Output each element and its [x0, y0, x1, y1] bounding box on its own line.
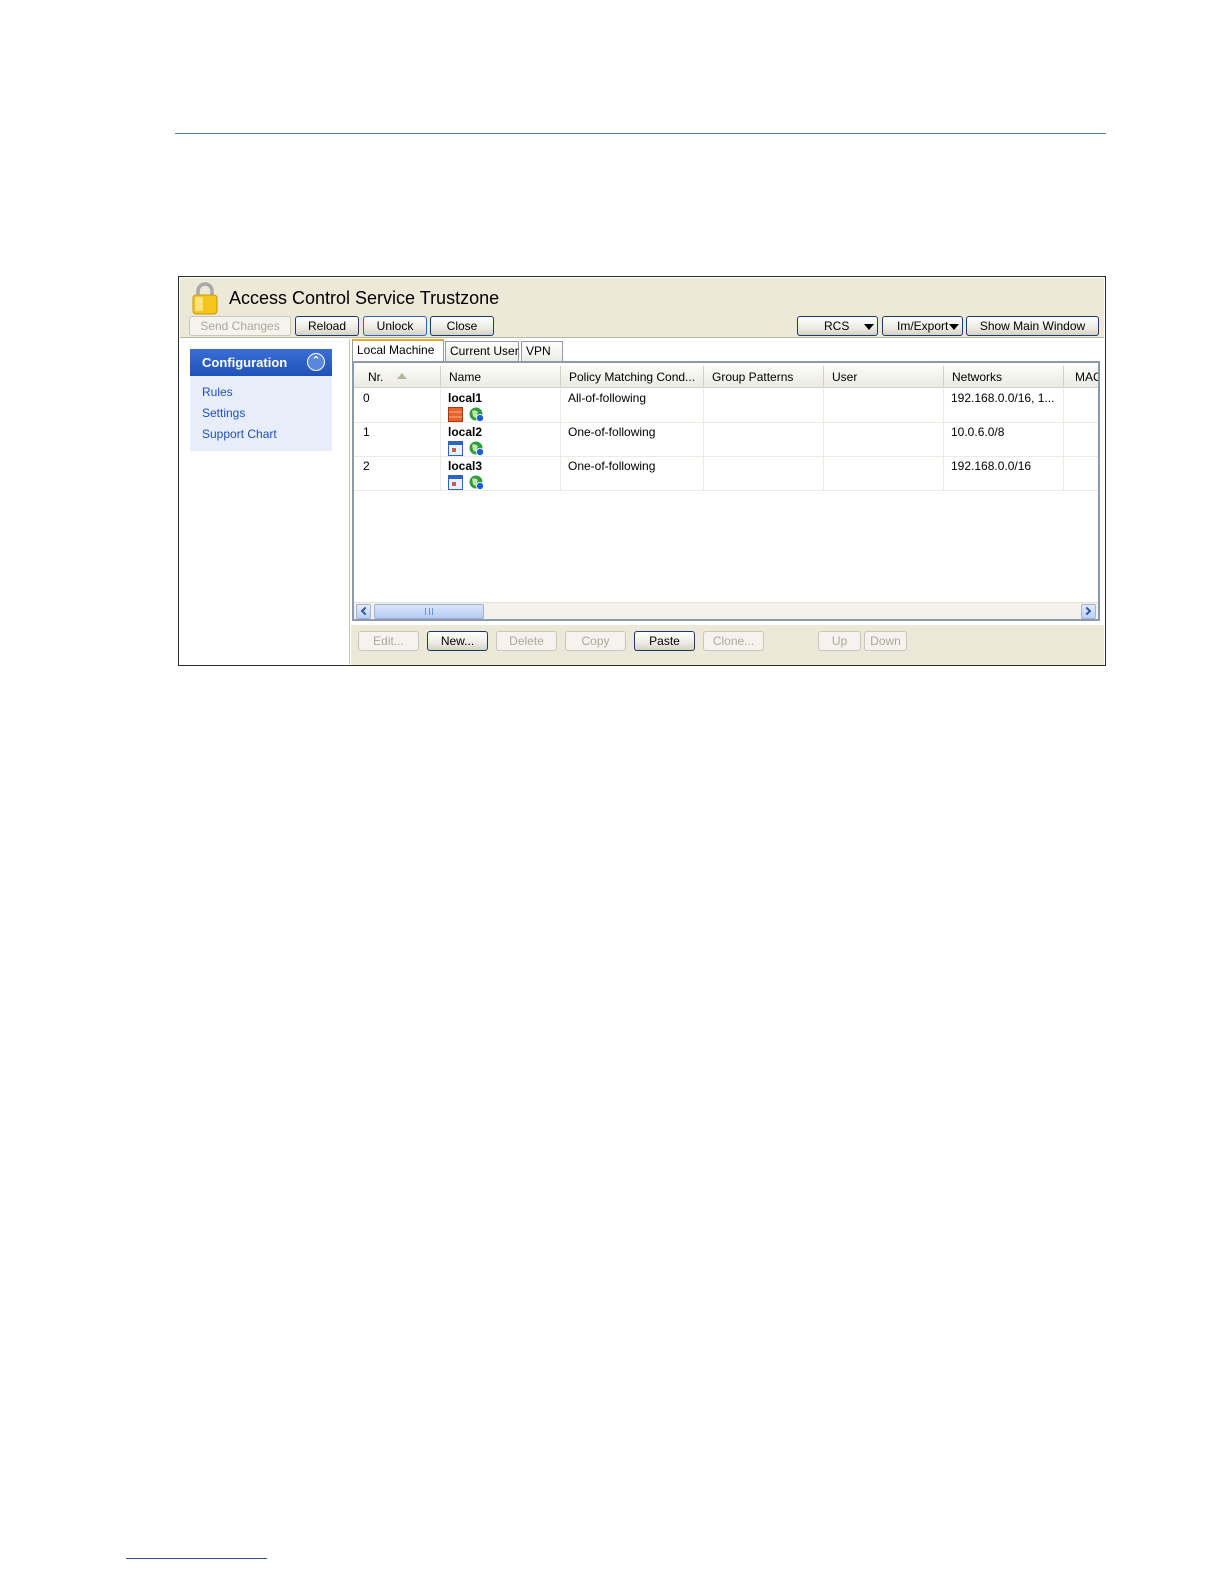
unlock-button[interactable]: Unlock [363, 316, 427, 336]
page-header-rule [175, 133, 1106, 134]
rules-table: Nr. Name Policy Matching Cond... Group P… [352, 361, 1100, 621]
tab-bar: Local Machine Current User VPN [351, 339, 1104, 361]
sort-ascending-icon [396, 373, 407, 379]
footnote-rule [126, 1558, 267, 1559]
network-globe-icon [469, 475, 485, 490]
paste-button[interactable]: Paste [634, 631, 695, 651]
configuration-panel: Configuration ⌃ Rules Settings Support C… [190, 349, 332, 451]
action-bar: Edit... New... Delete Copy Paste Clone..… [351, 625, 1104, 665]
cell-policy: One-of-following [561, 457, 704, 491]
cell-policy: All-of-following [561, 389, 704, 423]
rule-block-icon [448, 407, 463, 422]
tab-vpn[interactable]: VPN [521, 341, 563, 361]
column-header-mac[interactable]: MAC [1064, 366, 1098, 388]
cell-name: local3 [441, 457, 561, 491]
sidebar-item-support-chart[interactable]: Support Chart [202, 427, 277, 441]
sidebar: Configuration ⌃ Rules Settings Support C… [180, 339, 350, 664]
im-export-dropdown[interactable]: Im/Export [882, 316, 963, 336]
dropdown-arrow-icon [949, 324, 959, 330]
cell-user [824, 457, 944, 491]
cell-name: local2 [441, 423, 561, 457]
table-row[interactable]: 2 local3 One-of-following 192.168.0.0/16 [354, 457, 1098, 491]
send-changes-button[interactable]: Send Changes [189, 316, 291, 336]
cell-group-patterns [704, 389, 824, 423]
table-row[interactable]: 1 local2 One-of-following 10.0.6.0/8 [354, 423, 1098, 457]
network-globe-icon [469, 407, 485, 422]
rule-name: local2 [448, 425, 483, 439]
sidebar-item-rules[interactable]: Rules [202, 385, 233, 399]
column-header-group-patterns[interactable]: Group Patterns [704, 366, 824, 388]
scrollbar-thumb[interactable] [374, 604, 484, 619]
chevron-left-icon [360, 606, 370, 616]
cell-mac [1064, 457, 1098, 491]
rcs-dropdown-label: RCS [824, 319, 850, 333]
window-title: Access Control Service Trustzone [229, 288, 500, 308]
scroll-right-button[interactable] [1081, 604, 1096, 619]
cell-policy: One-of-following [561, 423, 704, 457]
grip-icon [425, 608, 433, 615]
horizontal-scrollbar[interactable] [354, 602, 1098, 619]
show-main-window-button[interactable]: Show Main Window [966, 316, 1099, 336]
copy-button[interactable]: Copy [565, 631, 626, 651]
new-button[interactable]: New... [427, 631, 488, 651]
column-header-nr[interactable]: Nr. [354, 366, 441, 388]
cell-nr: 1 [354, 423, 441, 457]
rule-window-icon [448, 475, 463, 490]
tab-local-machine[interactable]: Local Machine [352, 339, 444, 361]
cell-group-patterns [704, 457, 824, 491]
down-button[interactable]: Down [864, 631, 907, 651]
configuration-panel-title: Configuration [202, 355, 288, 370]
dropdown-arrow-icon [864, 324, 874, 330]
padlock-icon [192, 282, 218, 315]
cell-networks: 192.168.0.0/16, 1... [944, 389, 1064, 423]
cell-nr: 0 [354, 389, 441, 423]
sidebar-item-settings[interactable]: Settings [202, 406, 245, 420]
cell-nr: 2 [354, 457, 441, 491]
collapse-up-icon[interactable]: ⌃ [307, 353, 325, 371]
up-button[interactable]: Up [818, 631, 861, 651]
delete-button[interactable]: Delete [496, 631, 557, 651]
reload-button[interactable]: Reload [295, 316, 359, 336]
rcs-dropdown[interactable]: RCS [797, 316, 878, 336]
cell-user [824, 389, 944, 423]
table-header: Nr. Name Policy Matching Cond... Group P… [354, 366, 1098, 388]
app-window: Access Control Service Trustzone Send Ch… [178, 276, 1106, 666]
tab-current-user[interactable]: Current User [445, 341, 519, 361]
cell-mac [1064, 389, 1098, 423]
title-bar: Access Control Service Trustzone Send Ch… [180, 278, 1104, 338]
im-export-dropdown-label: Im/Export [897, 319, 949, 333]
cell-name: local1 [441, 389, 561, 423]
close-button[interactable]: Close [430, 316, 494, 336]
configuration-panel-header[interactable]: Configuration ⌃ [190, 349, 332, 376]
cell-networks: 192.168.0.0/16 [944, 457, 1064, 491]
column-header-networks[interactable]: Networks [944, 366, 1064, 388]
edit-button[interactable]: Edit... [358, 631, 419, 651]
rule-name: local1 [448, 391, 483, 405]
rule-name: local3 [448, 459, 483, 473]
cell-mac [1064, 423, 1098, 457]
rule-window-icon [448, 441, 463, 456]
scroll-left-button[interactable] [356, 604, 371, 619]
table-row[interactable]: 0 local1 All-of-following 192.168.0.0/16… [354, 389, 1098, 423]
column-header-nr-label: Nr. [368, 370, 384, 384]
column-header-policy[interactable]: Policy Matching Cond... [561, 366, 704, 388]
network-globe-icon [469, 441, 485, 456]
column-header-name[interactable]: Name [441, 366, 561, 388]
cell-group-patterns [704, 423, 824, 457]
cell-user [824, 423, 944, 457]
cell-networks: 10.0.6.0/8 [944, 423, 1064, 457]
chevron-right-icon [1082, 606, 1092, 616]
clone-button[interactable]: Clone... [703, 631, 764, 651]
column-header-user[interactable]: User [824, 366, 944, 388]
